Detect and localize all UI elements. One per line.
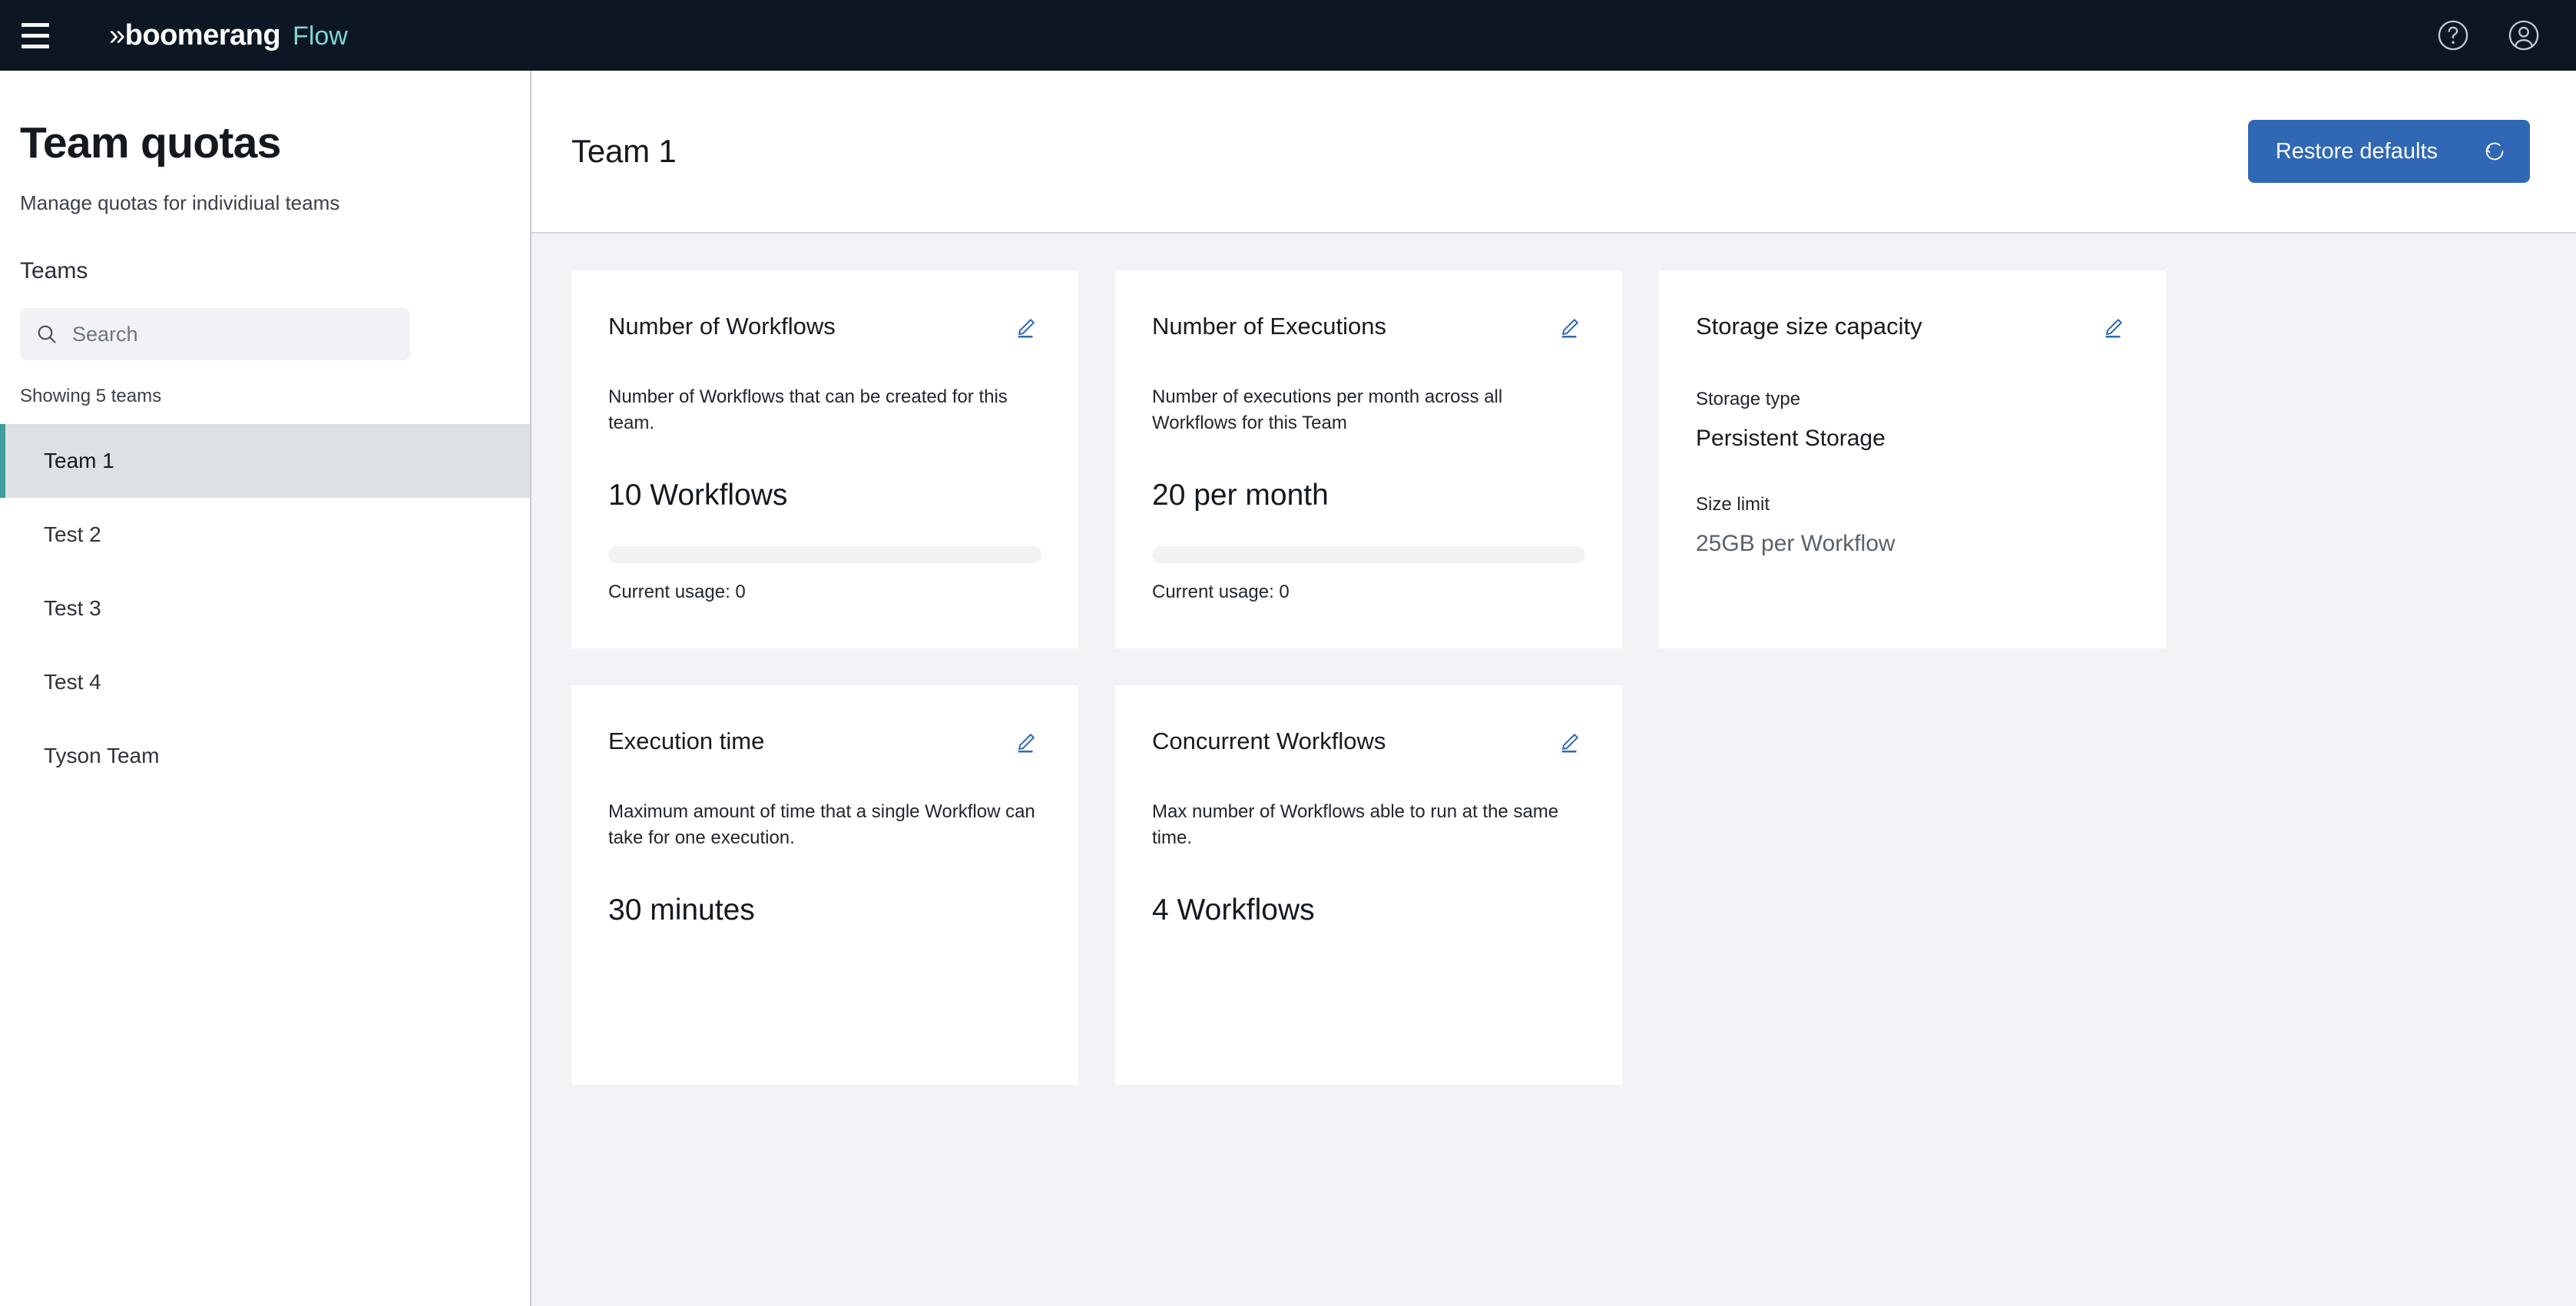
page-title: Team quotas (20, 118, 281, 167)
storage-type-field: Storage type Persistent Storage (1696, 387, 2129, 452)
card-header: Number of Executions (1152, 312, 1585, 344)
quota-card-row: Number of Workflows Number of Workflows … (571, 270, 2576, 648)
sidebar-item-test-4[interactable]: Test 4 (0, 645, 530, 719)
team-item-label: Test 3 (44, 596, 101, 621)
team-item-label: Test 4 (44, 670, 101, 694)
brand-chevron-icon: » (109, 19, 125, 51)
card-title: Concurrent Workflows (1152, 728, 1386, 754)
edit-pencil-icon[interactable] (1009, 727, 1041, 759)
team-item-label: Team 1 (44, 449, 114, 473)
card-header: Storage size capacity (1696, 312, 2129, 344)
showing-teams-count: Showing 5 teams (20, 386, 162, 407)
card-header: Concurrent Workflows (1152, 727, 1585, 759)
edit-pencil-icon[interactable] (1009, 312, 1041, 344)
app-body: Team quotas Manage quotas for individiua… (0, 71, 2576, 1306)
size-limit-field: Size limit 25GB per Workflow (1696, 492, 2129, 558)
card-title: Number of Workflows (608, 313, 836, 340)
card-header: Execution time (608, 727, 1041, 759)
size-limit-label: Size limit (1696, 494, 1770, 515)
quota-card-execution-time: Execution time Maximum amount of time th… (571, 685, 1078, 1085)
restore-reset-icon (2482, 139, 2507, 164)
user-avatar-icon[interactable] (2488, 0, 2559, 71)
card-description: Number of executions per month across al… (1152, 386, 1503, 434)
sidebar: Team quotas Manage quotas for individiua… (0, 71, 531, 1306)
team-list: Team 1 Test 2 Test 3 Test 4 Tyson Team (0, 424, 530, 793)
card-header: Number of Workflows (608, 312, 1041, 344)
hamburger-menu-icon[interactable] (0, 0, 71, 71)
size-limit-value: 25GB per Workflow (1696, 531, 1896, 557)
usage-progress-bar (608, 545, 1041, 563)
hamburger-bar (22, 22, 49, 27)
search-field[interactable] (20, 308, 410, 361)
product-name: Flow (293, 22, 348, 51)
card-value: 4 Workflows (1152, 893, 1315, 927)
card-current-usage: Current usage: 0 (608, 581, 746, 602)
card-value: 20 per month (1152, 479, 1329, 512)
quota-card-concurrent-workflows: Concurrent Workflows Max number of Workf… (1115, 685, 1622, 1085)
quota-card-number-of-executions: Number of Executions Number of execution… (1115, 270, 1622, 648)
page-subtitle: Manage quotas for individiual teams (20, 191, 340, 214)
app-header: »boomerang Flow (0, 0, 2576, 71)
usage-progress-bar (1152, 545, 1585, 563)
hamburger-bar (22, 44, 49, 48)
brand-name: »boomerang (109, 19, 281, 51)
main-content: Team 1 Restore defaults Number of Workfl… (531, 71, 2576, 1306)
card-title: Execution time (608, 728, 765, 754)
quota-card-row: Execution time Maximum amount of time th… (571, 685, 2576, 1085)
card-value: 10 Workflows (608, 479, 788, 512)
brand-logo[interactable]: »boomerang Flow (109, 21, 348, 50)
card-description: Maximum amount of time that a single Wor… (608, 801, 1035, 849)
help-circle-icon[interactable] (2418, 0, 2488, 71)
edit-pencil-icon[interactable] (1553, 312, 1585, 344)
sidebar-item-team-1[interactable]: Team 1 (0, 424, 530, 499)
edit-pencil-icon[interactable] (1553, 727, 1585, 759)
header-actions (2418, 0, 2576, 71)
sidebar-item-test-2[interactable]: Test 2 (0, 498, 530, 572)
card-title: Storage size capacity (1696, 313, 1922, 340)
card-description: Max number of Workflows able to run at t… (1152, 801, 1559, 849)
restore-defaults-button[interactable]: Restore defaults (2247, 120, 2530, 183)
brand-name-text: boomerang (124, 19, 281, 51)
search-icon (35, 323, 58, 346)
card-description: Number of Workflows that can be created … (608, 386, 1008, 434)
sidebar-item-test-3[interactable]: Test 3 (0, 572, 530, 645)
hamburger-bar (22, 33, 49, 38)
restore-defaults-label: Restore defaults (2275, 138, 2438, 164)
storage-type-value: Persistent Storage (1696, 426, 1886, 452)
search-input[interactable] (72, 322, 395, 346)
selected-team-heading: Team 1 (571, 133, 677, 169)
card-current-usage: Current usage: 0 (1152, 581, 1290, 602)
edit-pencil-icon[interactable] (2097, 312, 2129, 344)
quota-card-number-of-workflows: Number of Workflows Number of Workflows … (571, 270, 1078, 648)
team-item-label: Tyson Team (44, 744, 160, 768)
quota-cards-area: Number of Workflows Number of Workflows … (531, 234, 2576, 1306)
team-item-label: Test 2 (44, 522, 101, 547)
main-header: Team 1 Restore defaults (531, 71, 2576, 234)
teams-section-label: Teams (20, 258, 88, 284)
card-title: Number of Executions (1152, 313, 1386, 340)
card-value: 30 minutes (608, 893, 755, 927)
sidebar-item-tyson-team[interactable]: Tyson Team (0, 719, 530, 793)
storage-type-label: Storage type (1696, 389, 1801, 409)
quota-card-storage-size-capacity: Storage size capacity Storage type Persi… (1659, 270, 2166, 648)
